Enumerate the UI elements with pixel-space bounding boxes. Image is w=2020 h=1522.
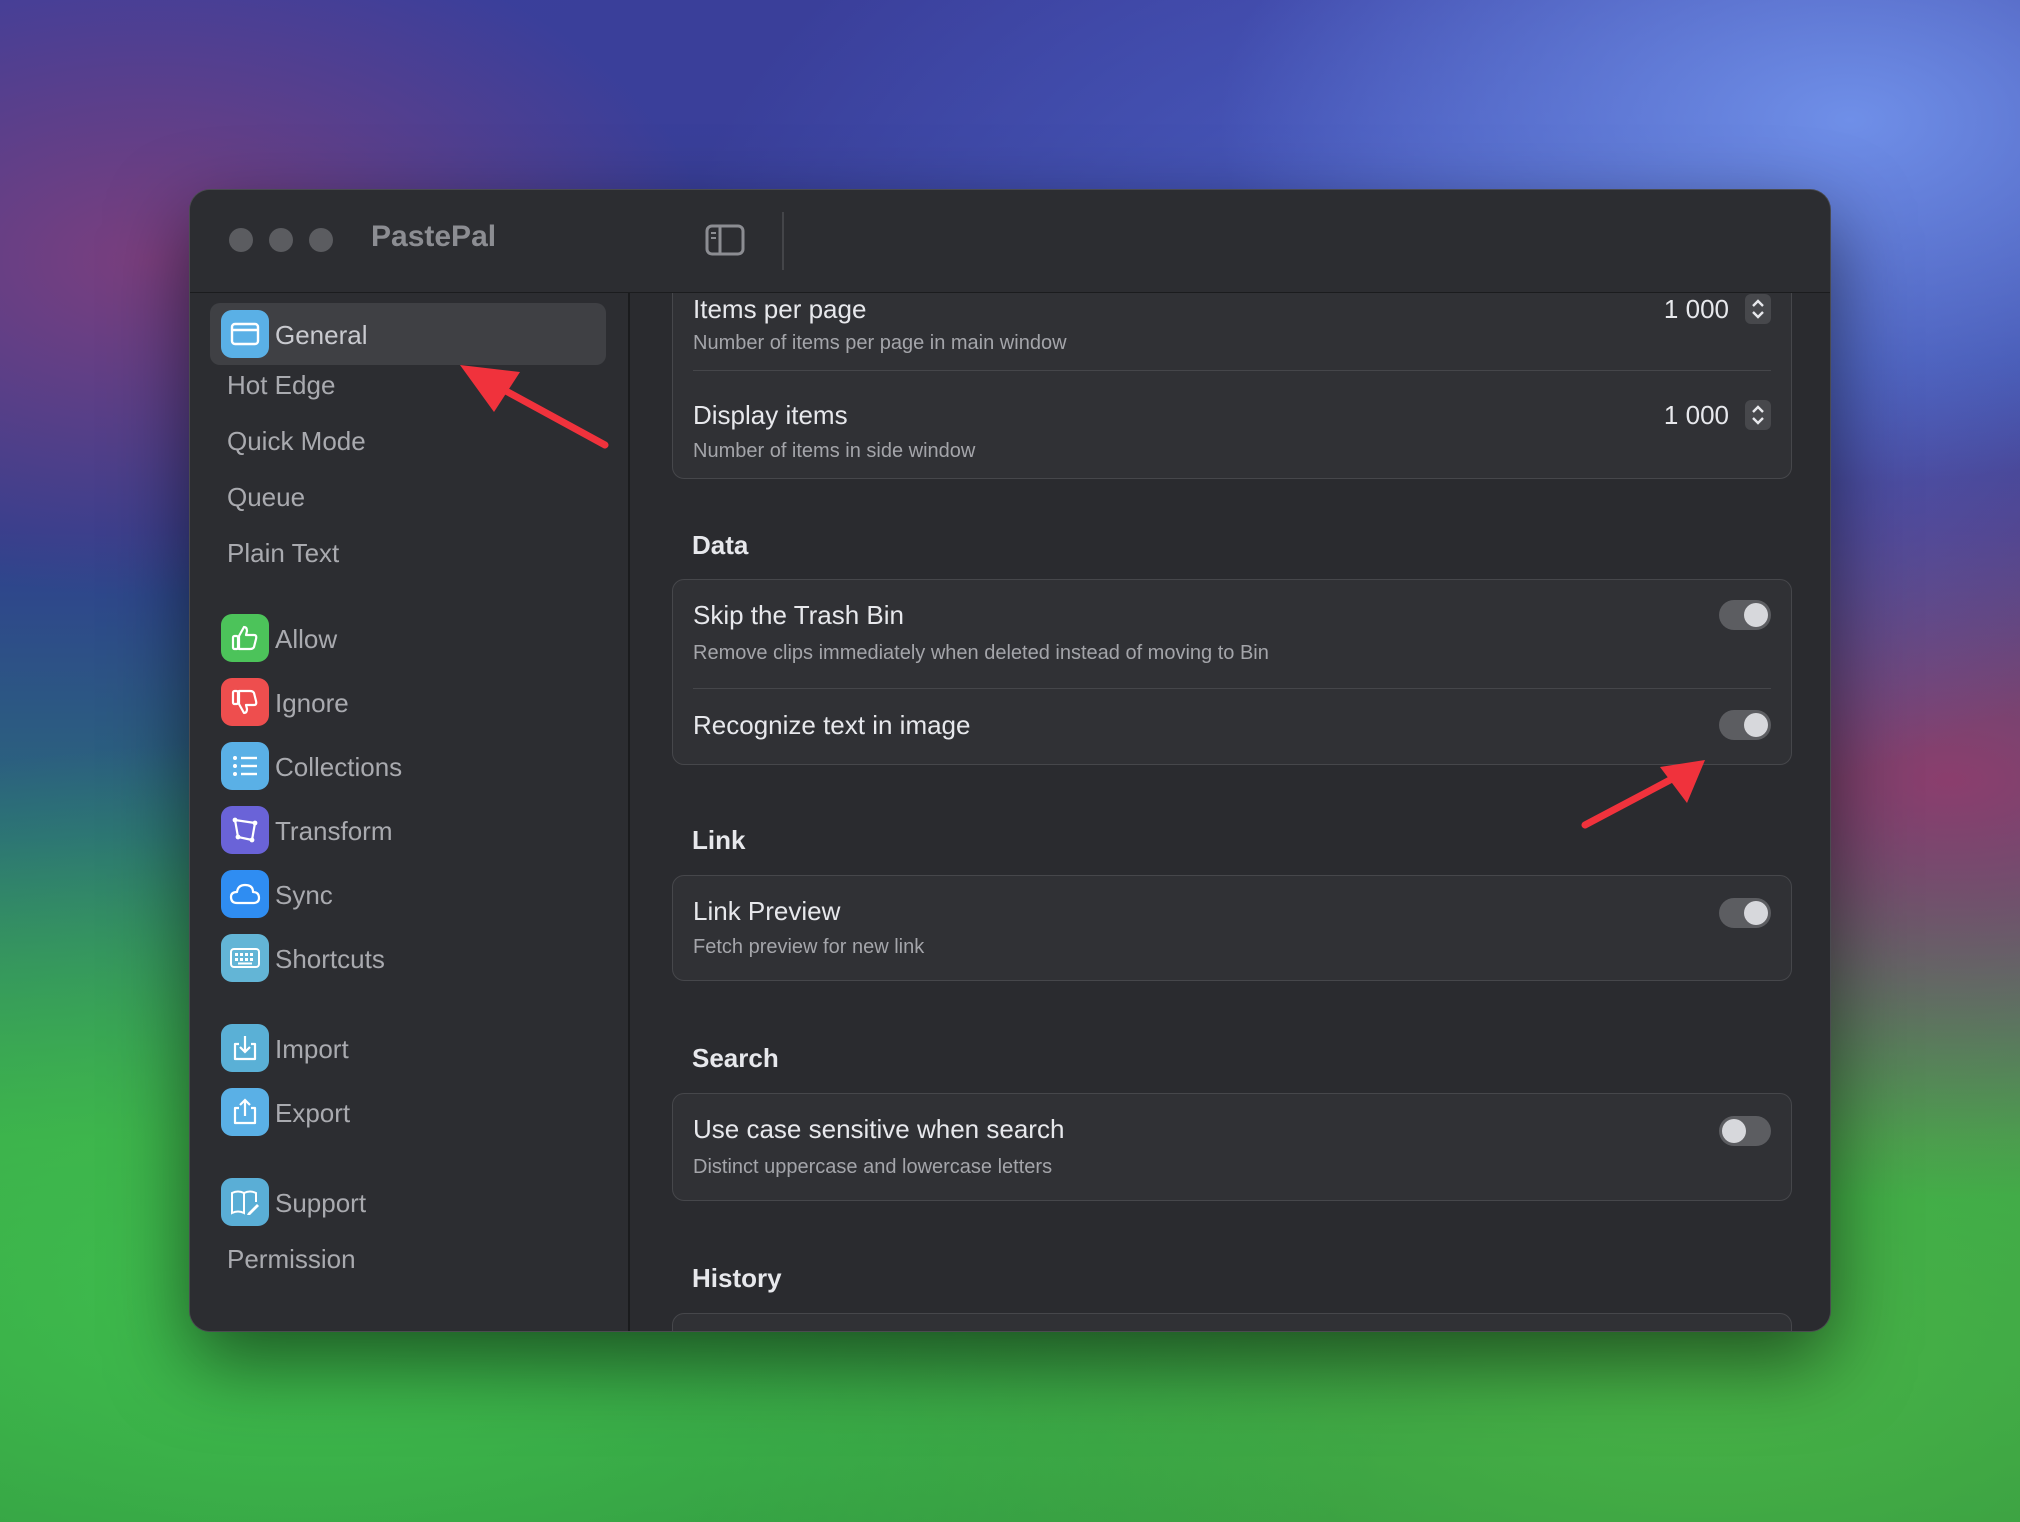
sidebar-item-label: Quick Mode bbox=[227, 426, 366, 456]
section-header-search: Search bbox=[692, 1043, 779, 1073]
keyboard-icon bbox=[221, 934, 269, 982]
minimize-window-button[interactable] bbox=[269, 228, 293, 252]
sidebar-item-label: Hot Edge bbox=[227, 370, 336, 400]
toggle-knob bbox=[1744, 901, 1768, 925]
items-per-page-title: Items per page bbox=[693, 294, 867, 324]
recognize-text-toggle[interactable] bbox=[1719, 710, 1771, 740]
case-sensitive-toggle[interactable] bbox=[1719, 1116, 1771, 1146]
sidebar-toggle-button[interactable] bbox=[705, 222, 745, 258]
link-preview-title: Link Preview bbox=[693, 896, 841, 926]
data-settings-card: Skip the Trash Bin Remove clips immediat… bbox=[672, 579, 1792, 765]
section-header-history: History bbox=[692, 1263, 782, 1293]
sidebar-item-label: Transform bbox=[275, 816, 393, 846]
stepper-chevrons-icon bbox=[1752, 299, 1764, 319]
history-settings-card bbox=[672, 1313, 1792, 1331]
zoom-window-button[interactable] bbox=[309, 228, 333, 252]
search-settings-card: Use case sensitive when search Distinct … bbox=[672, 1093, 1792, 1201]
link-preview-subtitle: Fetch preview for new link bbox=[693, 936, 925, 958]
recognize-text-title: Recognize text in image bbox=[693, 710, 971, 740]
section-header-link: Link bbox=[692, 825, 746, 855]
items-per-page-subtitle: Number of items per page in main window bbox=[693, 332, 1067, 354]
sidebar-item-transform[interactable]: Transform bbox=[210, 799, 606, 861]
sidebar-item-label: General bbox=[275, 320, 368, 350]
sidebar-item-label: Allow bbox=[275, 624, 338, 654]
sidebar-item-shortcuts[interactable]: Shortcuts bbox=[210, 927, 606, 989]
display-items-title: Display items bbox=[693, 400, 848, 430]
row-separator bbox=[693, 370, 1771, 371]
toggle-knob bbox=[1744, 603, 1768, 627]
sidebar-item-label: Queue bbox=[227, 482, 306, 512]
app-title: PastePal bbox=[371, 220, 497, 253]
sidebar-item-label: Sync bbox=[275, 880, 333, 910]
case-sensitive-title: Use case sensitive when search bbox=[693, 1114, 1065, 1144]
sidebar-item-allow[interactable]: Allow bbox=[210, 607, 606, 669]
sidebar: General Hot Edge Quick Mode Queue Plain … bbox=[190, 293, 630, 1331]
sidebar-item-export[interactable]: Export bbox=[210, 1081, 606, 1143]
display-items-value[interactable]: 1 000 bbox=[1664, 400, 1729, 431]
sidebar-item-label: Shortcuts bbox=[275, 944, 385, 974]
export-icon bbox=[221, 1088, 269, 1136]
sidebar-item-label: Support bbox=[275, 1188, 367, 1218]
skip-trash-toggle[interactable] bbox=[1719, 600, 1771, 630]
items-per-page-stepper[interactable] bbox=[1745, 294, 1771, 324]
display-settings-card: Items per page Number of items per page … bbox=[672, 293, 1792, 479]
link-preview-toggle[interactable] bbox=[1719, 898, 1771, 928]
import-icon bbox=[221, 1024, 269, 1072]
sidebar-item-quick-mode[interactable]: Quick Mode bbox=[210, 409, 606, 471]
row-separator bbox=[693, 688, 1771, 689]
sidebar-item-label: Plain Text bbox=[227, 538, 340, 568]
display-items-subtitle: Number of items in side window bbox=[693, 440, 976, 462]
sidebar-item-hot-edge[interactable]: Hot Edge bbox=[210, 353, 606, 415]
cloud-icon bbox=[221, 870, 269, 918]
list-icon bbox=[221, 742, 269, 790]
skip-trash-subtitle: Remove clips immediately when deleted in… bbox=[693, 642, 1269, 664]
thumbs-up-icon bbox=[221, 614, 269, 662]
sidebar-item-label: Ignore bbox=[275, 688, 349, 718]
sidebar-item-label: Import bbox=[275, 1034, 349, 1064]
sidebar-item-permission[interactable]: Permission bbox=[210, 1227, 606, 1289]
sidebar-item-label: Collections bbox=[275, 752, 403, 782]
close-window-button[interactable] bbox=[229, 228, 253, 252]
transform-icon bbox=[221, 806, 269, 854]
toolbar-divider bbox=[782, 212, 784, 270]
thumbs-down-icon bbox=[221, 678, 269, 726]
title-bar: PastePal bbox=[190, 190, 1830, 293]
sidebar-item-collections[interactable]: Collections bbox=[210, 735, 606, 797]
sidebar-item-label: Permission bbox=[227, 1244, 356, 1274]
settings-window: PastePal General Hot Edge Quick Mode Que… bbox=[190, 190, 1830, 1331]
sidebar-item-queue[interactable]: Queue bbox=[210, 465, 606, 527]
stepper-chevrons-icon bbox=[1752, 405, 1764, 425]
settings-content: Items per page Number of items per page … bbox=[630, 293, 1830, 1331]
sidebar-item-sync[interactable]: Sync bbox=[210, 863, 606, 925]
toggle-knob bbox=[1744, 713, 1768, 737]
sidebar-item-import[interactable]: Import bbox=[210, 1017, 606, 1079]
support-icon bbox=[221, 1178, 269, 1226]
sidebar-icon bbox=[705, 224, 745, 256]
sidebar-item-label: Export bbox=[275, 1098, 351, 1128]
link-settings-card: Link Preview Fetch preview for new link bbox=[672, 875, 1792, 981]
window-icon bbox=[221, 310, 269, 358]
display-items-stepper[interactable] bbox=[1745, 400, 1771, 430]
toggle-knob bbox=[1722, 1119, 1746, 1143]
section-header-data: Data bbox=[692, 530, 749, 560]
items-per-page-value[interactable]: 1 000 bbox=[1664, 294, 1729, 325]
skip-trash-title: Skip the Trash Bin bbox=[693, 600, 904, 630]
sidebar-item-ignore[interactable]: Ignore bbox=[210, 671, 606, 733]
case-sensitive-subtitle: Distinct uppercase and lowercase letters bbox=[693, 1156, 1053, 1178]
sidebar-item-support[interactable]: Support bbox=[210, 1171, 606, 1233]
sidebar-item-plain-text[interactable]: Plain Text bbox=[210, 521, 606, 583]
